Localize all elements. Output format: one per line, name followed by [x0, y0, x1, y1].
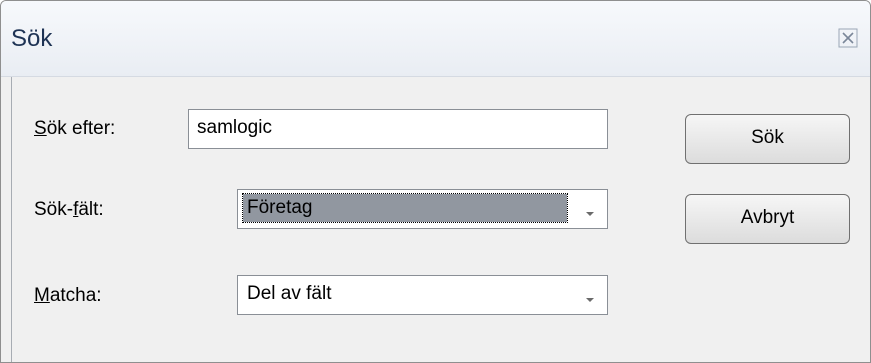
search-field-select[interactable]: Företag — [237, 189, 608, 229]
title-bar: Sök — [1, 1, 870, 77]
search-button[interactable]: Sök — [685, 114, 850, 164]
chevron-down-icon[interactable] — [585, 203, 595, 216]
close-icon[interactable] — [837, 27, 859, 49]
search-for-label: Sök efter: — [34, 118, 116, 139]
cancel-button[interactable]: Avbryt — [685, 194, 850, 244]
dialog-body: Sök efter: samlogic Sök-fält: Företag Ma… — [11, 77, 861, 362]
search-dialog: Sök Sök efter: samlogic Sök-fält: Företa… — [0, 0, 871, 363]
search-field-label: Sök-fält: — [34, 199, 104, 220]
search-for-input[interactable]: samlogic — [188, 109, 608, 149]
window-title: Sök — [11, 25, 53, 52]
search-field-value: Företag — [242, 193, 568, 223]
match-select[interactable]: Del av fält — [237, 275, 608, 315]
chevron-down-icon[interactable] — [585, 289, 595, 302]
match-value: Del av fält — [247, 283, 332, 304]
match-label: Matcha: — [34, 285, 102, 306]
